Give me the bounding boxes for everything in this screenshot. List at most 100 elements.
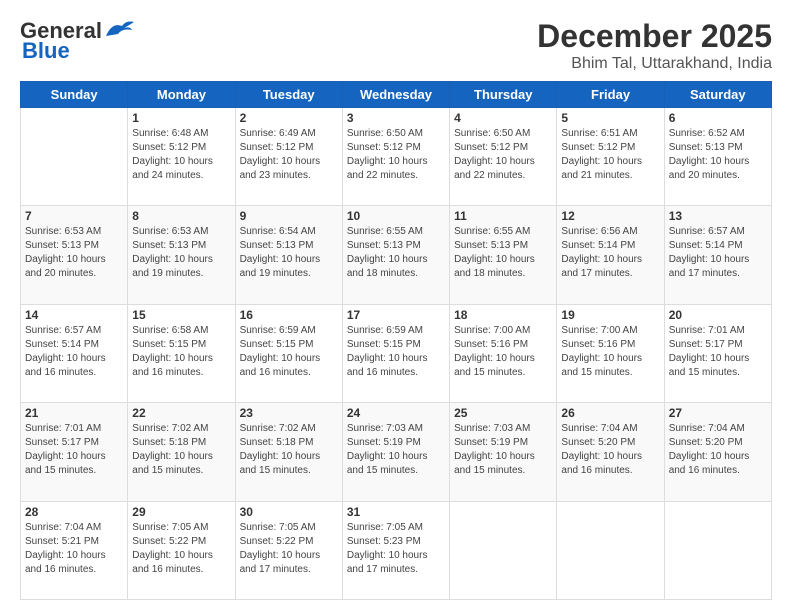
calendar-cell: 28 Sunrise: 7:04 AM Sunset: 5:21 PM Dayli… xyxy=(21,501,128,599)
day-info: Sunrise: 6:59 AM Sunset: 5:15 PM Dayligh… xyxy=(240,324,338,380)
calendar-cell: 19Sunrise: 7:00 AM Sunset: 5:16 PM Dayli… xyxy=(557,304,664,402)
day-header-friday: Friday xyxy=(557,82,664,108)
day-number: 10 xyxy=(347,209,445,223)
logo-bird-icon xyxy=(104,18,136,40)
calendar-cell xyxy=(21,108,128,206)
day-number: 25 xyxy=(454,406,552,420)
day-info: Sunrise: 7:03 AM Sunset: 5:19 PM Dayligh… xyxy=(454,422,552,478)
calendar-cell: 27 Sunrise: 7:04 AM Sunset: 5:20 PM Dayli… xyxy=(664,403,771,501)
calendar-cell: 8 Sunrise: 6:53 AM Sunset: 5:13 PM Daylig… xyxy=(128,206,235,304)
day-info: Sunrise: 7:04 AM Sunset: 5:20 PM Dayligh… xyxy=(561,422,659,478)
day-info: Sunrise: 7:05 AM Sunset: 5:22 PM Dayligh… xyxy=(240,521,338,577)
calendar-cell: 29 Sunrise: 7:05 AM Sunset: 5:22 PM Dayli… xyxy=(128,501,235,599)
day-number: 12 xyxy=(561,209,659,223)
day-number: 24 xyxy=(347,406,445,420)
day-header-saturday: Saturday xyxy=(664,82,771,108)
calendar-cell: 14 Sunrise: 6:57 AM Sunset: 5:14 PM Dayli… xyxy=(21,304,128,402)
day-info: Sunrise: 6:56 AM Sunset: 5:14 PM Dayligh… xyxy=(561,225,659,281)
day-number: 21 xyxy=(25,406,123,420)
day-info: Sunrise: 6:57 AM Sunset: 5:14 PM Dayligh… xyxy=(669,225,767,281)
day-header-monday: Monday xyxy=(128,82,235,108)
calendar-cell: 4 Sunrise: 6:50 AM Sunset: 5:12 PM Daylig… xyxy=(450,108,557,206)
day-info: Sunrise: 6:57 AM Sunset: 5:14 PM Dayligh… xyxy=(25,324,123,380)
header: General Blue December 2025 Bhim Tal, Utt… xyxy=(20,18,772,73)
day-number: 9 xyxy=(240,209,338,223)
day-info: Sunrise: 7:04 AM Sunset: 5:21 PM Dayligh… xyxy=(25,521,123,577)
calendar-cell: 21 Sunrise: 7:01 AM Sunset: 5:17 PM Dayli… xyxy=(21,403,128,501)
month-title: December 2025 xyxy=(537,18,772,55)
calendar-cell: 5 Sunrise: 6:51 AM Sunset: 5:12 PM Daylig… xyxy=(557,108,664,206)
calendar-cell: 23 Sunrise: 7:02 AM Sunset: 5:18 PM Dayli… xyxy=(235,403,342,501)
calendar-cell xyxy=(664,501,771,599)
calendar-cell: 16 Sunrise: 6:59 AM Sunset: 5:15 PM Dayli… xyxy=(235,304,342,402)
calendar-cell: 18 Sunrise: 7:00 AM Sunset: 5:16 PM Dayli… xyxy=(450,304,557,402)
day-info: Sunrise: 6:53 AM Sunset: 5:13 PM Dayligh… xyxy=(25,225,123,281)
day-number: 3 xyxy=(347,111,445,125)
calendar-cell: 31 Sunrise: 7:05 AM Sunset: 5:23 PM Dayli… xyxy=(342,501,449,599)
day-number: 17 xyxy=(347,308,445,322)
calendar-table: SundayMondayTuesdayWednesdayThursdayFrid… xyxy=(20,81,772,600)
calendar-cell: 13 Sunrise: 6:57 AM Sunset: 5:14 PM Dayli… xyxy=(664,206,771,304)
calendar-cell: 20Sunrise: 7:01 AM Sunset: 5:17 PM Dayli… xyxy=(664,304,771,402)
day-number: 23 xyxy=(240,406,338,420)
page: General Blue December 2025 Bhim Tal, Utt… xyxy=(0,0,792,612)
day-number: 28 xyxy=(25,505,123,519)
day-number: 20 xyxy=(669,308,767,322)
calendar-cell xyxy=(557,501,664,599)
day-info: Sunrise: 6:53 AM Sunset: 5:13 PM Dayligh… xyxy=(132,225,230,281)
day-number: 1 xyxy=(132,111,230,125)
logo: General Blue xyxy=(20,18,136,64)
day-info: Sunrise: 7:03 AM Sunset: 5:19 PM Dayligh… xyxy=(347,422,445,478)
day-number: 31 xyxy=(347,505,445,519)
day-info: Sunrise: 6:54 AM Sunset: 5:13 PM Dayligh… xyxy=(240,225,338,281)
title-block: December 2025 Bhim Tal, Uttarakhand, Ind… xyxy=(537,18,772,73)
day-number: 19 xyxy=(561,308,659,322)
day-info: Sunrise: 7:02 AM Sunset: 5:18 PM Dayligh… xyxy=(132,422,230,478)
day-number: 11 xyxy=(454,209,552,223)
day-header-thursday: Thursday xyxy=(450,82,557,108)
calendar-cell: 17 Sunrise: 6:59 AM Sunset: 5:15 PM Dayli… xyxy=(342,304,449,402)
day-info: Sunrise: 7:02 AM Sunset: 5:18 PM Dayligh… xyxy=(240,422,338,478)
logo-blue: Blue xyxy=(22,38,70,64)
calendar-cell: 25 Sunrise: 7:03 AM Sunset: 5:19 PM Dayli… xyxy=(450,403,557,501)
day-number: 29 xyxy=(132,505,230,519)
calendar-cell: 26 Sunrise: 7:04 AM Sunset: 5:20 PM Dayli… xyxy=(557,403,664,501)
calendar-cell: 15Sunrise: 6:58 AM Sunset: 5:15 PM Dayli… xyxy=(128,304,235,402)
day-number: 5 xyxy=(561,111,659,125)
day-number: 14 xyxy=(25,308,123,322)
day-number: 16 xyxy=(240,308,338,322)
day-number: 2 xyxy=(240,111,338,125)
day-info: Sunrise: 7:05 AM Sunset: 5:22 PM Dayligh… xyxy=(132,521,230,577)
day-info: Sunrise: 7:05 AM Sunset: 5:23 PM Dayligh… xyxy=(347,521,445,577)
calendar-cell: 3 Sunrise: 6:50 AM Sunset: 5:12 PM Daylig… xyxy=(342,108,449,206)
day-info: Sunrise: 7:00 AM Sunset: 5:16 PM Dayligh… xyxy=(454,324,552,380)
day-info: Sunrise: 6:51 AM Sunset: 5:12 PM Dayligh… xyxy=(561,127,659,183)
day-number: 18 xyxy=(454,308,552,322)
calendar-cell: 24 Sunrise: 7:03 AM Sunset: 5:19 PM Dayli… xyxy=(342,403,449,501)
day-number: 13 xyxy=(669,209,767,223)
day-info: Sunrise: 6:49 AM Sunset: 5:12 PM Dayligh… xyxy=(240,127,338,183)
day-info: Sunrise: 6:55 AM Sunset: 5:13 PM Dayligh… xyxy=(454,225,552,281)
calendar-cell: 30Sunrise: 7:05 AM Sunset: 5:22 PM Dayli… xyxy=(235,501,342,599)
day-number: 7 xyxy=(25,209,123,223)
day-info: Sunrise: 7:01 AM Sunset: 5:17 PM Dayligh… xyxy=(25,422,123,478)
calendar-cell: 12 Sunrise: 6:56 AM Sunset: 5:14 PM Dayli… xyxy=(557,206,664,304)
calendar-cell: 7 Sunrise: 6:53 AM Sunset: 5:13 PM Daylig… xyxy=(21,206,128,304)
calendar-cell: 2 Sunrise: 6:49 AM Sunset: 5:12 PM Daylig… xyxy=(235,108,342,206)
day-number: 22 xyxy=(132,406,230,420)
day-info: Sunrise: 6:59 AM Sunset: 5:15 PM Dayligh… xyxy=(347,324,445,380)
day-info: Sunrise: 6:50 AM Sunset: 5:12 PM Dayligh… xyxy=(347,127,445,183)
day-header-tuesday: Tuesday xyxy=(235,82,342,108)
day-number: 15 xyxy=(132,308,230,322)
day-number: 27 xyxy=(669,406,767,420)
day-number: 4 xyxy=(454,111,552,125)
day-info: Sunrise: 6:50 AM Sunset: 5:12 PM Dayligh… xyxy=(454,127,552,183)
day-info: Sunrise: 7:04 AM Sunset: 5:20 PM Dayligh… xyxy=(669,422,767,478)
day-info: Sunrise: 6:55 AM Sunset: 5:13 PM Dayligh… xyxy=(347,225,445,281)
day-header-wednesday: Wednesday xyxy=(342,82,449,108)
calendar-cell: 1Sunrise: 6:48 AM Sunset: 5:12 PM Daylig… xyxy=(128,108,235,206)
day-number: 8 xyxy=(132,209,230,223)
calendar-cell: 9 Sunrise: 6:54 AM Sunset: 5:13 PM Daylig… xyxy=(235,206,342,304)
day-number: 26 xyxy=(561,406,659,420)
location-subtitle: Bhim Tal, Uttarakhand, India xyxy=(537,55,772,73)
